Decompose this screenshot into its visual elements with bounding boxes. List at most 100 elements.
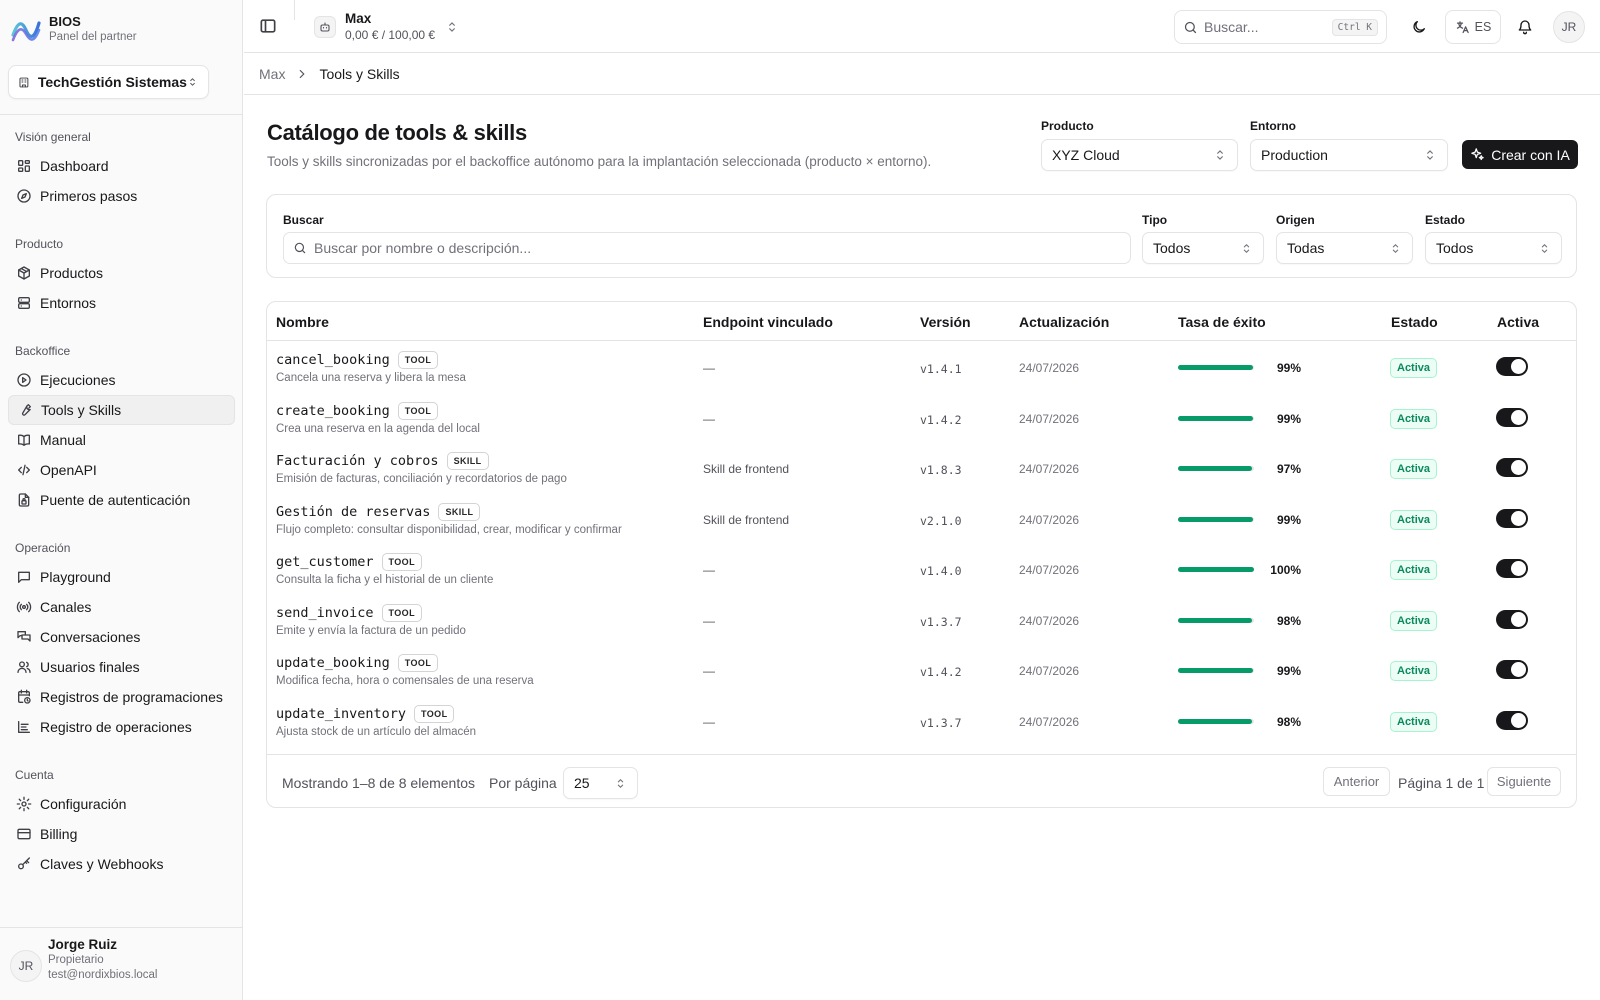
sidebar-item-playground[interactable]: Playground (8, 562, 235, 592)
type-select[interactable]: Todos (1142, 232, 1264, 264)
sidebar-item-canales[interactable]: Canales (8, 592, 235, 622)
sidebar-item-entornos[interactable]: Entornos (8, 288, 235, 318)
theme-toggle-button[interactable] (1402, 10, 1436, 44)
per-page-select[interactable]: 25 (563, 767, 638, 799)
sidebar-item-label: Configuración (40, 796, 127, 812)
toggle-knob (1511, 460, 1526, 475)
tool-name-cell: get_customer TOOL (276, 553, 422, 571)
toggle-knob (1511, 359, 1526, 374)
sidebar-item-ejecuciones[interactable]: Ejecuciones (8, 365, 235, 395)
sidebar-item-productos[interactable]: Productos (8, 258, 235, 288)
tool-name[interactable]: update_inventory (276, 706, 406, 722)
sidebar-item-conversaciones[interactable]: Conversaciones (8, 622, 235, 652)
org-switcher[interactable]: TechGestión Sistemas (8, 65, 209, 99)
log-icon (16, 719, 32, 735)
updated-cell: 24/07/2026 (1019, 411, 1080, 426)
agent-balance: 0,00 € / 100,00 € (345, 28, 436, 42)
environment-select[interactable]: Production (1250, 139, 1448, 171)
product-select[interactable]: XYZ Cloud (1041, 139, 1238, 171)
avatar[interactable]: JR (1553, 11, 1585, 43)
tool-name[interactable]: create_booking (276, 403, 390, 419)
notifications-button[interactable] (1508, 10, 1542, 44)
endpoint-cell: — (703, 664, 715, 678)
table-row[interactable]: cancel_booking TOOL Cancela una reserva … (267, 342, 1576, 393)
active-toggle[interactable] (1496, 609, 1528, 629)
sidebar-item-billing[interactable]: Billing (8, 819, 235, 849)
success-rate-fill (1178, 567, 1254, 572)
active-toggle[interactable] (1496, 660, 1528, 679)
table-row[interactable]: update_booking TOOL Modifica fecha, hora… (267, 645, 1576, 696)
previous-page-button[interactable]: Anterior (1323, 767, 1390, 796)
active-toggle[interactable] (1496, 559, 1528, 578)
column-header[interactable]: Actualización (1019, 314, 1109, 330)
sidebar-item-label: Canales (40, 599, 92, 615)
sidebar-item-claves-y-webhooks[interactable]: Claves y Webhooks (8, 849, 235, 879)
brand[interactable]: BIOS Panel del partner (11, 14, 137, 45)
table-row[interactable]: Facturación y cobros SKILL Emisión de fa… (267, 443, 1576, 494)
avatar: JR (10, 950, 42, 982)
nav-group: Producto Productos Entornos (8, 226, 235, 318)
tool-name[interactable]: send_invoice (276, 605, 374, 621)
active-toggle[interactable] (1496, 357, 1528, 376)
table-row[interactable]: get_customer TOOL Consulta la ficha y el… (267, 544, 1576, 595)
active-toggle[interactable] (1496, 458, 1528, 477)
moon-icon (1413, 21, 1425, 33)
sidebar-item-puente-de-autenticacion[interactable]: Puente de autenticación (8, 485, 235, 515)
sidebar-item-label: Ejecuciones (40, 372, 116, 388)
table-row[interactable]: Gestión de reservas SKILL Flujo completo… (267, 494, 1576, 545)
origin-select[interactable]: Todas (1276, 232, 1413, 264)
tool-name[interactable]: Facturación y cobros (276, 453, 439, 469)
column-header[interactable]: Endpoint vinculado (703, 314, 833, 330)
column-header[interactable]: Nombre (276, 314, 329, 330)
success-rate-bar (1178, 617, 1254, 623)
tool-name[interactable]: Gestión de reservas (276, 504, 430, 520)
status-select[interactable]: Todos (1425, 232, 1562, 264)
success-rate-bar (1178, 668, 1254, 673)
file-lock-icon (16, 492, 32, 508)
toggle-knob (1511, 510, 1526, 526)
breadcrumb-parent[interactable]: Max (259, 66, 285, 82)
tool-name-cell: create_booking TOOL (276, 401, 439, 420)
table-row[interactable]: update_inventory TOOL Ajusta stock de un… (267, 696, 1576, 747)
nav-group: Operación Playground Canales Conversaciones… (8, 530, 235, 742)
tool-name-cell: cancel_booking TOOL (276, 351, 439, 369)
active-toggle[interactable] (1496, 407, 1528, 427)
next-page-button[interactable]: Siguiente (1487, 767, 1561, 796)
table-row[interactable]: create_booking TOOL Crea una reserva en … (267, 393, 1576, 444)
status-badge: Activa (1390, 610, 1438, 631)
table-row[interactable]: send_invoice TOOL Emite y envía la factu… (267, 595, 1576, 646)
sidebar-item-label: Primeros pasos (40, 188, 138, 204)
sidebar-item-registros-de-programaciones[interactable]: Registros de programaciones (8, 682, 235, 712)
search-input[interactable]: Buscar por nombre o descripción... (283, 232, 1131, 264)
status-badge: Activa (1390, 661, 1438, 681)
sidebar-item-openapi[interactable]: OpenAPI (8, 455, 235, 485)
user-menu[interactable]: JR Jorge Ruiz Propietario test@nordixbio… (0, 927, 243, 1000)
create-with-ai-button[interactable]: Crear con IA (1462, 140, 1578, 169)
sidebar-item-usuarios-finales[interactable]: Usuarios finales (8, 652, 235, 682)
column-header[interactable]: Versión (920, 314, 971, 330)
global-search[interactable]: Buscar... Ctrl K (1174, 10, 1387, 44)
sidebar-item-dashboard[interactable]: Dashboard (8, 151, 235, 181)
tool-name[interactable]: update_booking (276, 655, 390, 671)
column-header[interactable]: Estado (1391, 314, 1438, 330)
tool-name[interactable]: cancel_booking (276, 352, 390, 368)
sidebar-item-primeros-pasos[interactable]: Primeros pasos (8, 181, 235, 211)
agent-switcher[interactable]: Max 0,00 € / 100,00 € (314, 10, 459, 43)
language-button[interactable]: ES (1445, 10, 1501, 44)
sidebar-item-registro-de-operaciones[interactable]: Registro de operaciones (8, 712, 235, 742)
sidebar-item-configuracion[interactable]: Configuración (8, 789, 235, 819)
sidebar-item-manual[interactable]: Manual (8, 425, 235, 455)
column-header[interactable]: Tasa de éxito (1178, 314, 1266, 330)
agent-name: Max (345, 11, 372, 26)
tool-name[interactable]: get_customer (276, 554, 374, 570)
active-toggle[interactable] (1496, 710, 1528, 730)
per-page-value: 25 (574, 775, 590, 791)
origin-label: Origen (1276, 213, 1315, 227)
column-header[interactable]: Activa (1497, 314, 1539, 330)
active-toggle[interactable] (1496, 508, 1528, 528)
version-cell: v1.4.0 (920, 564, 962, 578)
sidebar-item-tools-y-skills[interactable]: Tools y Skills (8, 395, 235, 425)
package-icon (16, 265, 32, 281)
topbar: Max 0,00 € / 100,00 € Buscar... Ctrl K E… (244, 0, 1600, 53)
sidebar-toggle-icon[interactable] (258, 16, 278, 36)
